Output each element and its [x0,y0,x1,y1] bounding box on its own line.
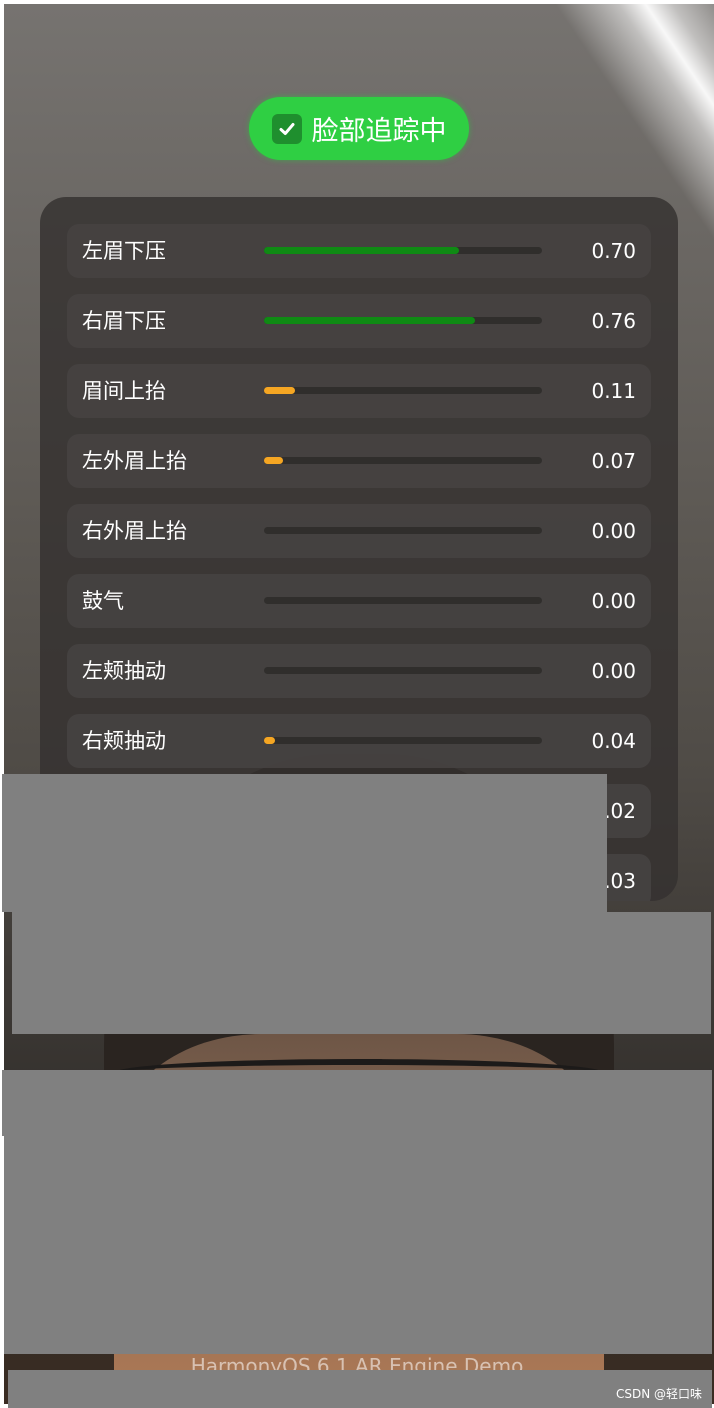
blendshape-bar [264,387,295,394]
blendshape-row: 眉间上抬 0.11 [67,364,651,418]
blendshape-value: 0.00 [591,519,636,543]
blendshape-label: 左外眉上抬 [82,449,187,473]
blendshape-value: 0.00 [591,659,636,683]
blendshape-label: 左颊抽动 [82,659,166,683]
blendshape-row: 左外眉上抬 0.07 [67,434,651,488]
blendshape-track [264,527,542,534]
blendshape-bar [264,737,276,744]
redacted-region [2,774,607,912]
redacted-region [8,1370,712,1408]
blendshape-bar [264,457,284,464]
blendshape-label: 鼓气 [82,589,124,613]
blendshape-value: 0.00 [591,589,636,613]
blendshape-bar [264,317,476,324]
watermark: CSDN @轻口味 [615,1387,702,1401]
blendshape-row: 鼓气 0.00 [67,574,651,628]
checkmark-icon [271,113,302,144]
blendshape-value: 0.70 [591,239,636,263]
blendshape-label: 右外眉上抬 [82,519,187,543]
blendshape-label: 眉间上抬 [82,379,166,403]
blendshape-label: 左眉下压 [82,239,166,263]
blendshape-value: 0.04 [591,729,636,753]
redacted-region [12,912,711,1034]
blendshape-value: .02 [604,799,636,823]
blendshape-track [264,387,542,394]
blendshape-label: 右眉下压 [82,309,166,333]
blendshape-track [264,737,542,744]
redacted-region [2,1070,712,1136]
redacted-region [4,1136,712,1354]
blendshape-row: 右眉下压 0.76 [67,294,651,348]
blendshape-row: 左颊抽动 0.00 [67,644,651,698]
blendshape-track [264,317,542,324]
blendshape-label: 右颊抽动 [82,729,166,753]
status-label: 脸部追踪中 [311,116,447,147]
blendshape-value: 0.11 [591,379,636,403]
blendshape-row: 右外眉上抬 0.00 [67,504,651,558]
face-tracking-status-badge: 脸部追踪中 [249,97,469,160]
blendshape-row: 右颊抽动 0.04 [67,714,651,768]
blendshape-value: 0.07 [591,449,636,473]
blendshape-value: 0.76 [591,309,636,333]
blendshape-track [264,667,542,674]
blendshape-bar [264,247,459,254]
blendshape-track [264,597,542,604]
blendshape-row: 左眉下压 0.70 [67,224,651,278]
blendshape-track [264,247,542,254]
blendshape-track [264,457,542,464]
